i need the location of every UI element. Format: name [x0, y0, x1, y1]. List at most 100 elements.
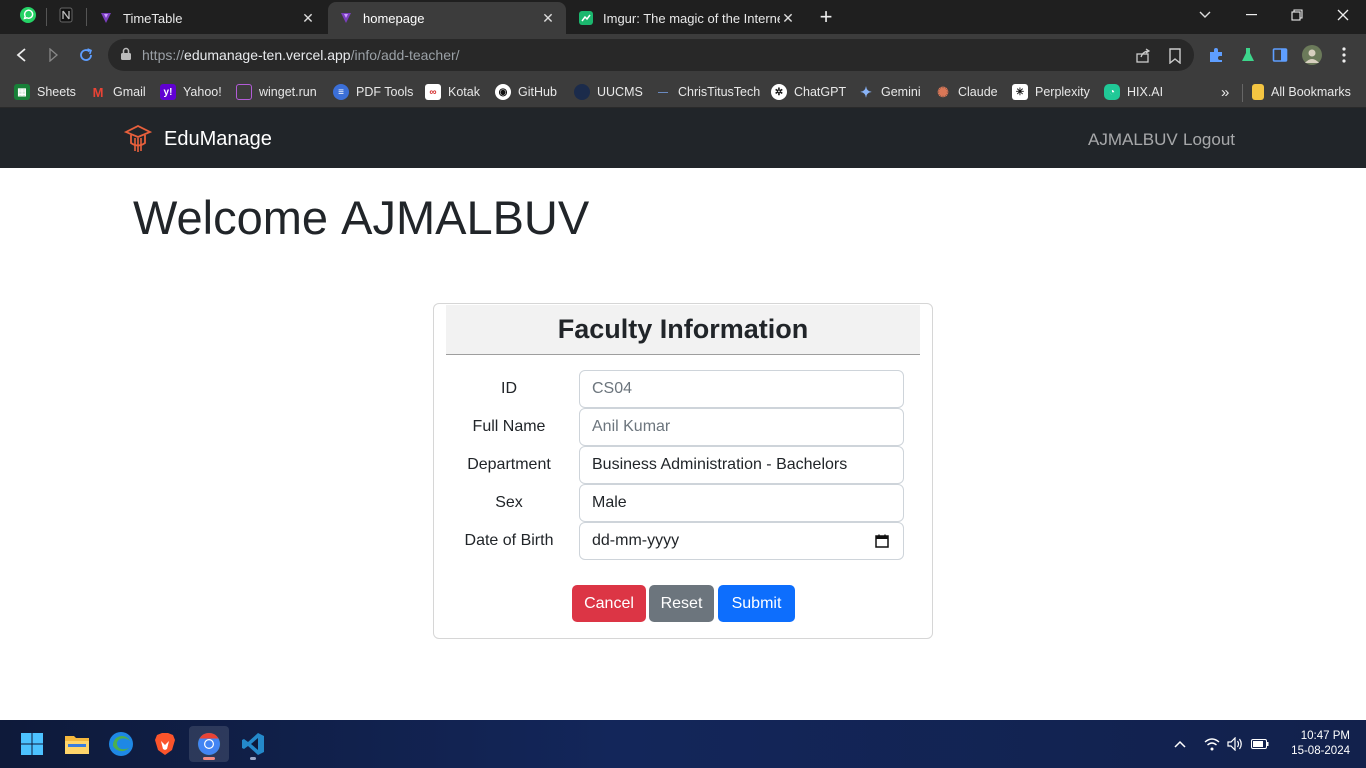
dob-input[interactable]: dd-mm-yyyy: [579, 522, 904, 560]
card-header: Faculty Information: [446, 305, 920, 355]
department-label: Department: [467, 456, 551, 473]
vscode-button[interactable]: [233, 726, 273, 762]
battery-icon[interactable]: [1250, 734, 1270, 754]
imgur-favicon-icon: [578, 10, 594, 26]
bookmark-sheets[interactable]: ▦ Sheets: [14, 82, 76, 102]
id-label: ID: [501, 380, 517, 397]
bookmark-uucms[interactable]: UUCMS: [574, 82, 643, 102]
clock-date: 15-08-2024: [1291, 745, 1350, 757]
bookmark-christitustech[interactable]: — ChrisTitusTech: [655, 82, 760, 102]
gemini-icon: ✦: [860, 83, 872, 100]
tab-title: TimeTable: [123, 10, 183, 26]
minimize-window-button[interactable]: [1228, 0, 1274, 30]
extensions-icon[interactable]: [1206, 45, 1226, 65]
bookmarks-bar: ▦ Sheets M Gmail y! Yahoo! winget.run ≡ PDF …: [0, 76, 1366, 108]
bookmark-gmail[interactable]: M Gmail: [90, 82, 146, 102]
bookmark-hixai[interactable]: ◔ HIX.AI: [1104, 82, 1163, 102]
url-text: https://edumanage-ten.vercel.app/info/ad…: [142, 47, 460, 63]
app-navbar: EduManage AJMALBUV Logout: [0, 108, 1366, 168]
claude-icon: ✺: [937, 83, 949, 100]
tab-timetable[interactable]: TimeTable ✕: [88, 2, 326, 34]
edumanage-favicon-icon: [98, 10, 114, 26]
uucms-icon: [574, 84, 590, 100]
form-row-dob: Date of Birth dd-mm-yyyy: [434, 522, 934, 560]
file-explorer-button[interactable]: [57, 726, 97, 762]
cancel-button[interactable]: Cancel: [572, 585, 646, 622]
reset-button[interactable]: Reset: [649, 585, 714, 622]
brand-link[interactable]: EduManage: [124, 124, 272, 154]
kotak-icon: ∞: [425, 84, 441, 100]
clock-time: 10:47 PM: [1300, 730, 1350, 742]
tab-homepage[interactable]: homepage ✕: [328, 2, 566, 34]
edge-browser-button[interactable]: [101, 726, 141, 762]
profile-avatar[interactable]: [1302, 45, 1322, 65]
close-tab-icon[interactable]: ✕: [300, 10, 316, 27]
submit-button[interactable]: Submit: [718, 585, 795, 622]
bookmark-perplexity[interactable]: ✳ Perplexity: [1012, 82, 1090, 102]
bookmark-claude[interactable]: ✺ Claude: [935, 82, 998, 102]
more-bookmarks-button[interactable]: »: [1221, 82, 1229, 102]
id-input[interactable]: CS04: [579, 370, 904, 408]
new-tab-button[interactable]: +: [814, 4, 838, 30]
pinned-tab-whatsapp[interactable]: [12, 4, 44, 30]
full-name-input[interactable]: Anil Kumar: [579, 408, 904, 446]
close-tab-icon[interactable]: ✕: [540, 10, 556, 27]
bookmark-github[interactable]: ◉ GitHub: [495, 82, 557, 102]
bookmark-pdf-tools[interactable]: ≡ PDF Tools: [333, 82, 413, 102]
pinned-tab-notion[interactable]: [50, 4, 82, 30]
bookmark-winget[interactable]: winget.run: [236, 82, 317, 102]
full-name-label: Full Name: [472, 418, 546, 435]
form-row-sex: Sex Male: [434, 484, 934, 522]
share-icon[interactable]: [1134, 47, 1152, 65]
vscode-icon: [242, 733, 264, 755]
sheets-icon: ▦: [14, 84, 30, 100]
reload-button[interactable]: [74, 43, 98, 67]
start-button[interactable]: [12, 726, 52, 762]
welcome-heading: Welcome AJMALBUV: [133, 191, 590, 244]
logout-link[interactable]: Logout: [1183, 130, 1235, 150]
github-icon: ◉: [495, 84, 511, 100]
nav-user-link[interactable]: AJMALBUV: [1088, 130, 1178, 150]
close-window-button[interactable]: [1320, 0, 1366, 30]
address-bar[interactable]: https://edumanage-ten.vercel.app/info/ad…: [108, 39, 1194, 71]
wifi-icon[interactable]: [1202, 734, 1222, 754]
system-clock[interactable]: 10:47 PM 15-08-2024: [1278, 729, 1350, 759]
bookmark-star-icon[interactable]: [1166, 47, 1184, 65]
perplexity-icon: ✳: [1012, 84, 1028, 100]
close-tab-icon[interactable]: ✕: [780, 10, 796, 27]
brave-browser-button[interactable]: [145, 726, 185, 762]
side-panel-icon[interactable]: [1270, 45, 1290, 65]
department-input[interactable]: Business Administration - Bachelors: [579, 446, 904, 484]
menu-kebab-icon[interactable]: [1334, 45, 1354, 65]
back-button[interactable]: [10, 43, 34, 67]
form-row-id: ID CS04: [434, 370, 934, 408]
chrome-browser-button[interactable]: [189, 726, 229, 762]
labs-flask-icon[interactable]: [1238, 45, 1258, 65]
bookmark-gemini[interactable]: ✦ Gemini: [858, 82, 920, 102]
brand-name: EduManage: [164, 127, 272, 150]
yahoo-icon: y!: [160, 84, 176, 100]
bookmark-kotak[interactable]: ∞ Kotak: [425, 82, 480, 102]
lock-icon[interactable]: [120, 47, 132, 66]
faculty-form-card: Faculty Information ID CS04 Full Name An…: [433, 303, 933, 639]
folder-icon: [1252, 84, 1264, 100]
forward-button[interactable]: [42, 43, 66, 67]
volume-icon[interactable]: [1225, 734, 1245, 754]
tab-search-button[interactable]: [1182, 0, 1228, 30]
windows-logo-icon: [21, 733, 43, 755]
sex-label: Sex: [495, 494, 523, 511]
form-row-full-name: Full Name Anil Kumar: [434, 408, 934, 446]
tab-imgur[interactable]: Imgur: The magic of the Internet ✕: [568, 2, 806, 34]
bookmark-yahoo[interactable]: y! Yahoo!: [160, 82, 222, 102]
restore-window-button[interactable]: [1274, 0, 1320, 30]
sex-input[interactable]: Male: [579, 484, 904, 522]
running-app-indicator: [250, 757, 256, 760]
all-bookmarks-button[interactable]: All Bookmarks: [1252, 82, 1351, 102]
show-hidden-icons-chevron-icon[interactable]: [1170, 734, 1190, 754]
bookmark-chatgpt[interactable]: ✲ ChatGPT: [771, 82, 846, 102]
christitustech-icon: —: [658, 86, 668, 98]
browser-tab-strip: TimeTable ✕ homepage ✕ Imgur: The magic …: [0, 0, 1366, 34]
forward-arrow-icon: [49, 48, 58, 62]
windows-taskbar: 10:47 PM 15-08-2024: [0, 720, 1366, 768]
calendar-icon[interactable]: [875, 534, 889, 553]
